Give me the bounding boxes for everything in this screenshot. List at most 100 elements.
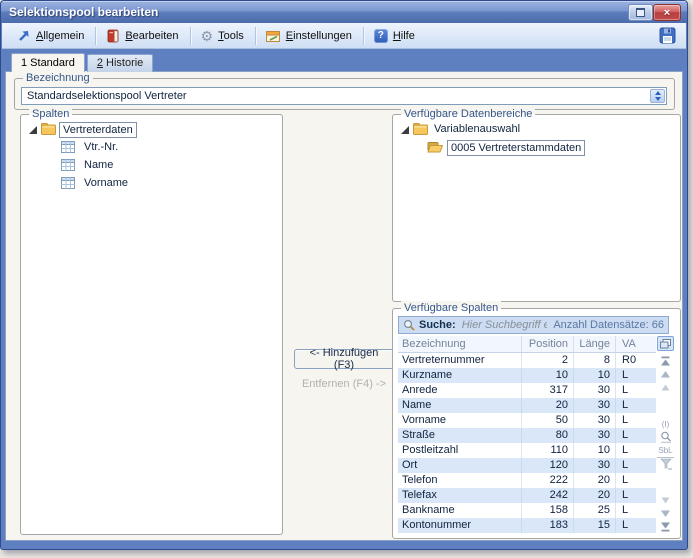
spin-down-icon <box>655 97 661 101</box>
menu-einstellungen[interactable]: Einstellungen <box>259 27 360 45</box>
header-bezeichnung[interactable]: Bezeichnung <box>398 336 522 352</box>
scroll-top-icon[interactable] <box>657 355 674 368</box>
table-row[interactable]: Anrede 317 30 L <box>398 383 656 398</box>
tree-label-vtr-nr[interactable]: Vtr.-Nr. <box>81 140 121 154</box>
bezeichnung-legend: Bezeichnung <box>23 71 93 85</box>
titlebar[interactable]: Selektionspool bearbeiten × <box>1 1 687 23</box>
search-grid-icon[interactable] <box>657 431 674 444</box>
record-count: Anzahl Datensätze: 66 <box>553 319 664 331</box>
expanded-arrow-icon[interactable] <box>401 126 409 134</box>
header-position[interactable]: Position <box>522 336 574 352</box>
menu-bearbeiten[interactable]: Bearbeiten <box>99 27 186 45</box>
tree-label-variablenauswahl[interactable]: Variablenauswahl <box>431 122 523 136</box>
hinzufuegen-button[interactable]: <- Hinzufügen (F3) <box>294 349 394 369</box>
menu-tools[interactable]: ⚙ Tools <box>194 27 252 45</box>
filter-icon[interactable] <box>657 458 674 471</box>
table-row[interactable]: Ort 120 30 L <box>398 458 656 473</box>
restore-button[interactable] <box>628 4 653 21</box>
sort-icon[interactable]: SbL <box>657 444 674 458</box>
tree-node-column[interactable]: Vorname <box>25 175 278 193</box>
bezeichnung-value: Standardselektionspool Vertreter <box>27 90 187 102</box>
tree-node-column[interactable]: Vtr.-Nr. <box>25 139 278 157</box>
page-up-icon[interactable] <box>657 381 674 394</box>
table-row[interactable]: Kontonummer 183 15 L <box>398 518 656 533</box>
page-down-icon[interactable] <box>657 494 674 507</box>
cell-va: L <box>616 398 652 413</box>
tab-standard[interactable]: 1 Standard <box>11 53 85 72</box>
cell-position: 2 <box>522 353 574 368</box>
datenbereiche-tree: Variablenauswahl 0005 Vertreterstammdate… <box>397 121 676 297</box>
cell-bezeichnung: Kontonummer <box>398 518 522 533</box>
cell-position: 80 <box>522 428 574 443</box>
table-row[interactable]: Straße 80 30 L <box>398 428 656 443</box>
cell-va: L <box>616 383 652 398</box>
table-row[interactable]: Vorname 50 30 L <box>398 413 656 428</box>
expanded-arrow-icon[interactable] <box>29 126 37 134</box>
cell-laenge: 30 <box>574 413 616 428</box>
table-row[interactable]: Bankname 158 25 L <box>398 503 656 518</box>
combobox-spinner[interactable] <box>650 89 665 103</box>
restore-icon <box>636 8 645 17</box>
tree-label-vorname[interactable]: Vorname <box>81 176 131 190</box>
spalten-group: Spalten Vertreterdaten <box>20 114 283 535</box>
tree-node-datenbereich[interactable]: 0005 Vertreterstammdaten <box>397 139 676 157</box>
cell-position: 110 <box>522 443 574 458</box>
table-row[interactable]: Kurzname 10 10 L <box>398 368 656 383</box>
tree-node-variablenauswahl[interactable]: Variablenauswahl <box>397 121 676 139</box>
copy-icon[interactable] <box>657 336 674 351</box>
close-button[interactable]: × <box>653 4 681 21</box>
menu-allgemein[interactable]: Allgemein <box>10 27 92 45</box>
column-select-icon[interactable]: (I) <box>657 418 674 431</box>
spin-up-icon <box>655 91 661 95</box>
cell-laenge: 25 <box>574 503 616 518</box>
toolbar-separator <box>190 27 191 45</box>
toolbar-separator <box>95 27 96 45</box>
tree-label-vertreterstammdaten[interactable]: 0005 Vertreterstammdaten <box>447 140 585 156</box>
cell-va: L <box>616 503 652 518</box>
cell-position: 120 <box>522 458 574 473</box>
tab-historie[interactable]: 2 Historie <box>87 54 153 72</box>
folder-icon <box>41 123 56 135</box>
cell-va: L <box>616 443 652 458</box>
header-va[interactable]: VA <box>616 336 652 352</box>
gears-icon: ⚙ <box>201 29 214 43</box>
header-laenge[interactable]: Länge <box>574 336 616 352</box>
search-input[interactable] <box>460 318 550 332</box>
cell-bezeichnung: Straße <box>398 428 522 443</box>
table-row[interactable]: Postleitzahl 110 10 L <box>398 443 656 458</box>
cell-va: L <box>616 488 652 503</box>
spalten-tree: Vertreterdaten Vtr.-Nr. <box>25 121 278 530</box>
bezeichnung-combobox[interactable]: Standardselektionspool Vertreter <box>21 87 667 105</box>
move-down-icon[interactable] <box>657 507 674 520</box>
search-bar: Suche: Anzahl Datensätze: 66 <box>398 316 669 334</box>
table-row[interactable]: Name 20 30 L <box>398 398 656 413</box>
menu-hilfe[interactable]: ? Hilfe <box>367 27 423 45</box>
cell-position: 50 <box>522 413 574 428</box>
cell-va: L <box>616 428 652 443</box>
table-row[interactable]: Telefax 242 20 L <box>398 488 656 503</box>
move-up-icon[interactable] <box>657 368 674 381</box>
columns-table: Bezeichnung Position Länge VA Vertretern… <box>398 336 656 533</box>
verfuegbare-spalten-group: Verfügbare Spalten Suche: Anzahl Datensä… <box>392 308 681 539</box>
menu-toolbar: Allgemein Bearbeiten ⚙ Tools Einstellung… <box>2 23 686 49</box>
table-row[interactable]: Telefon 222 20 L <box>398 473 656 488</box>
save-icon[interactable] <box>659 27 676 44</box>
window-title: Selektionspool bearbeiten <box>9 1 158 23</box>
cell-bezeichnung: Telefax <box>398 488 522 503</box>
scroll-bottom-icon[interactable] <box>657 520 674 533</box>
cell-bezeichnung: Vorname <box>398 413 522 428</box>
cell-position: 10 <box>522 368 574 383</box>
tree-label-name[interactable]: Name <box>81 158 116 172</box>
folder-icon <box>413 123 428 135</box>
menu-allgemein-label: Allgemein <box>36 30 84 42</box>
cell-bezeichnung: Postleitzahl <box>398 443 522 458</box>
tree-label-vertreterdaten[interactable]: Vertreterdaten <box>59 122 137 138</box>
tree-node-column[interactable]: Name <box>25 157 278 175</box>
cell-va: R0 <box>616 353 652 368</box>
toolbar-separator <box>363 27 364 45</box>
red-book-icon <box>106 29 120 43</box>
table-row[interactable]: Vertreternummer 2 8 R0 <box>398 353 656 368</box>
tree-node-vertreterdaten[interactable]: Vertreterdaten <box>25 121 278 139</box>
datenbereiche-group: Verfügbare Datenbereiche Variablenauswah… <box>392 114 681 302</box>
toolbar-separator <box>255 27 256 45</box>
